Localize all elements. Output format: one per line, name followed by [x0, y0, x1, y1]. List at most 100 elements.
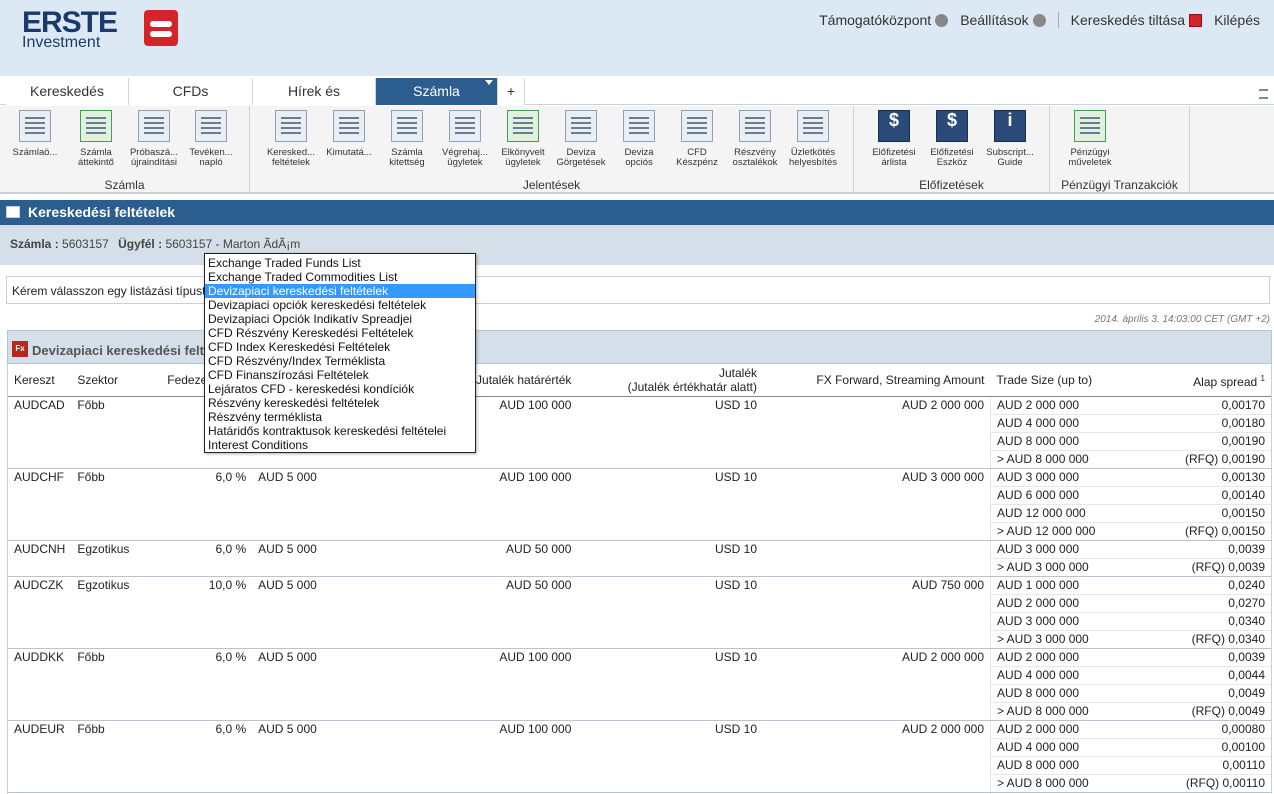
dropdown-option[interactable]: CFD Index Kereskedési Feltételek	[205, 340, 475, 354]
table-row[interactable]: > AUD 3 000 000 (RFQ) 0,0039	[8, 558, 1271, 577]
button-label: Számlaö...	[12, 147, 58, 158]
cell-spread: 0,00130	[1130, 468, 1271, 487]
trading-conditions-button[interactable]: Keresked... feltételek	[262, 110, 320, 168]
conditions-table-container[interactable]: Kereszt Szektor Fedezet Jutalék határért…	[7, 364, 1272, 794]
cell-threshold	[362, 487, 578, 505]
disable-trading-link[interactable]: Kereskedés tiltása	[1071, 12, 1203, 28]
table-row[interactable]: AUDCAD Főbb AUD 100 000 USD 10 AUD 2 000 000…	[8, 396, 1271, 415]
cell-trade-size: AUD 8 000 000	[990, 432, 1131, 451]
dropdown-option[interactable]: Exchange Traded Funds List	[205, 256, 475, 270]
table-row[interactable]: AUD 8 000 000 0,00110	[8, 756, 1271, 775]
table-row[interactable]: > AUD 3 000 000 (RFQ) 0,0340	[8, 630, 1271, 649]
cell-min-commission	[252, 522, 362, 541]
report-icon	[19, 110, 51, 142]
dropdown-option[interactable]: Részvény terméklista	[205, 410, 475, 424]
subscription-pricelist-button[interactable]: Előfizetési árlista	[865, 110, 923, 168]
cell-commission	[577, 522, 764, 541]
table-row[interactable]: AUDCZK Egzotikus 10,0 % AUD 5 000 AUD 50 000…	[8, 576, 1271, 595]
dropdown-option[interactable]: Interest Conditions	[205, 438, 475, 452]
col-pair[interactable]: Kereszt	[8, 364, 72, 397]
col-spread[interactable]: Alap spread 1	[1130, 364, 1271, 397]
activity-log-button[interactable]: Tevéken... napló	[182, 110, 240, 168]
settings-link[interactable]: Beállítások	[960, 12, 1046, 28]
cell-threshold	[362, 505, 578, 523]
table-row[interactable]: AUD 2 000 000 0,0270	[8, 594, 1271, 613]
col-sector[interactable]: Szektor	[71, 364, 162, 397]
table-row[interactable]: AUD 4 000 000 0,0044	[8, 666, 1271, 685]
account-summary-button[interactable]: Számlaö...	[6, 110, 64, 158]
booked-trades-button[interactable]: Elkönyvelt ügyletek	[494, 110, 552, 168]
account-overview-button[interactable]: Számla áttekintő	[67, 110, 125, 168]
cell-spread: 0,0049	[1130, 684, 1271, 703]
executed-trades-button[interactable]: Végrehaj... ügyletek	[436, 110, 494, 168]
cell-forward	[763, 541, 990, 559]
dropdown-option[interactable]: CFD Részvény/Index Terméklista	[205, 354, 475, 368]
cell-commission	[577, 613, 763, 631]
logout-link[interactable]: Kilépés	[1214, 12, 1260, 28]
table-row[interactable]: > AUD 8 000 000 (RFQ) 0,00190	[8, 450, 1271, 469]
cell-sector	[71, 667, 161, 685]
table-row[interactable]: AUDCHF Főbb 6,0 % AUD 5 000 AUD 100 000 USD 1…	[8, 468, 1271, 487]
collapse-ribbon-icon[interactable]	[1259, 89, 1268, 99]
tab-trading[interactable]: Kereskedés	[6, 78, 129, 105]
support-link[interactable]: Támogatóközpont	[819, 12, 949, 28]
cell-spread: 0,00180	[1130, 414, 1271, 433]
list-type-select[interactable]: Kérem válasszon egy listázási típust	[6, 276, 1270, 304]
dropdown-option[interactable]: Részvény kereskedési feltételek	[205, 396, 475, 410]
cell-sector: Főbb	[77, 470, 105, 484]
chevron-down-icon[interactable]	[485, 80, 493, 85]
dividends-button[interactable]: Részvény osztalékok	[726, 110, 784, 168]
financial-operations-button[interactable]: Pénzügyi műveletek	[1061, 110, 1119, 168]
ribbon-group-account: Számlaö... Számla áttekintő Próbaszá... …	[0, 106, 250, 194]
demo-reset-button[interactable]: Próbaszá... újraindítási	[125, 110, 183, 168]
cfd-cash-button[interactable]: CFD Készpénz	[668, 110, 726, 168]
list-type-dropdown[interactable]: Exchange Traded Funds List Exchange Trade…	[204, 253, 476, 453]
client-value: 5603157 - Marton ÃdÃ¡m	[165, 237, 301, 251]
dropdown-option[interactable]: Határidős kontraktusok kereskedési felté…	[205, 424, 475, 438]
dropdown-option[interactable]: CFD Finanszírozási Feltételek	[205, 368, 475, 382]
col-trade-size[interactable]: Trade Size (up to)	[990, 364, 1131, 397]
col-forward-amount[interactable]: FX Forward, Streaming Amount	[763, 364, 991, 397]
table-row[interactable]: AUDDKK Főbb 6,0 % AUD 5 000 AUD 100 000 USD 1…	[8, 648, 1271, 667]
account-label: Számla :	[10, 237, 59, 251]
col-commission-line2: (Jutalék értékhatár alatt)	[627, 380, 758, 394]
cell-trade-size: AUD 1 000 000	[990, 576, 1131, 595]
tab-cfds[interactable]: CFDs	[129, 78, 253, 105]
dropdown-option[interactable]: Devizapiaci kereskedési feltételek	[205, 284, 475, 298]
table-row[interactable]: AUD 8 000 000 0,0049	[8, 684, 1271, 703]
add-tab-button[interactable]: +	[498, 78, 525, 105]
cell-spread: 0,00150	[1130, 504, 1271, 523]
dropdown-option[interactable]: CFD Részvény Kereskedési Feltételek	[205, 326, 475, 340]
table-row[interactable]: AUD 4 000 000 0,00100	[8, 738, 1271, 757]
dropdown-option[interactable]: Devizapiaci Opciók Indikatív Spreadjei	[205, 312, 475, 326]
cell-commission	[577, 774, 764, 793]
table-row[interactable]: > AUD 12 000 000 (RFQ) 0,00150	[8, 522, 1271, 541]
table-row[interactable]: AUD 12 000 000 0,00150	[8, 504, 1271, 523]
dropdown-option[interactable]: Lejáratos CFD - kereskedési kondíciók	[205, 382, 475, 396]
trade-corrections-button[interactable]: Üzletkötés helyesbítés	[784, 110, 842, 168]
fx-rollovers-button[interactable]: Deviza Görgetések	[552, 110, 610, 168]
account-exposure-button[interactable]: Számla kitettség	[378, 110, 436, 168]
subscription-tool-button[interactable]: Előfizetési Eszköz	[923, 110, 981, 168]
cell-threshold	[362, 757, 578, 775]
dropdown-option[interactable]: Exchange Traded Commodities List	[205, 270, 475, 284]
table-row[interactable]: AUD 4 000 000 0,00180	[8, 414, 1271, 433]
dollar-doc-icon	[275, 110, 307, 142]
table-row[interactable]: AUD 8 000 000 0,00190	[8, 432, 1271, 451]
statement-button[interactable]: Kimutatá...	[320, 110, 378, 158]
button-label: Előfizetési árlista	[872, 147, 916, 168]
table-row[interactable]: AUDCNH Egzotikus 6,0 % AUD 5 000 AUD 50 000 U…	[8, 540, 1271, 559]
button-label: Végrehaj... ügyletek	[442, 147, 488, 168]
table-row[interactable]: AUD 3 000 000 0,0340	[8, 612, 1271, 631]
table-row[interactable]: > AUD 8 000 000 (RFQ) 0,0049	[8, 702, 1271, 721]
tab-news[interactable]: Hírek és	[253, 78, 376, 105]
fx-options-button[interactable]: Deviza opciós	[610, 110, 668, 168]
cell-threshold: AUD 100 000	[499, 650, 572, 664]
col-commission[interactable]: Jutalék (Jutalék értékhatár alatt)	[577, 364, 764, 397]
table-row[interactable]: > AUD 8 000 000 (RFQ) 0,00110	[8, 774, 1271, 793]
table-row[interactable]: AUDEUR Főbb 6,0 % AUD 5 000 AUD 100 000 USD 1…	[8, 720, 1271, 739]
subscription-guide-button[interactable]: Subscript... Guide	[981, 110, 1039, 168]
table-row[interactable]: AUD 6 000 000 0,00140	[8, 486, 1271, 505]
dropdown-option[interactable]: Devizapiaci opciók kereskedési feltétele…	[205, 298, 475, 312]
tab-account[interactable]: Számla	[376, 78, 498, 105]
